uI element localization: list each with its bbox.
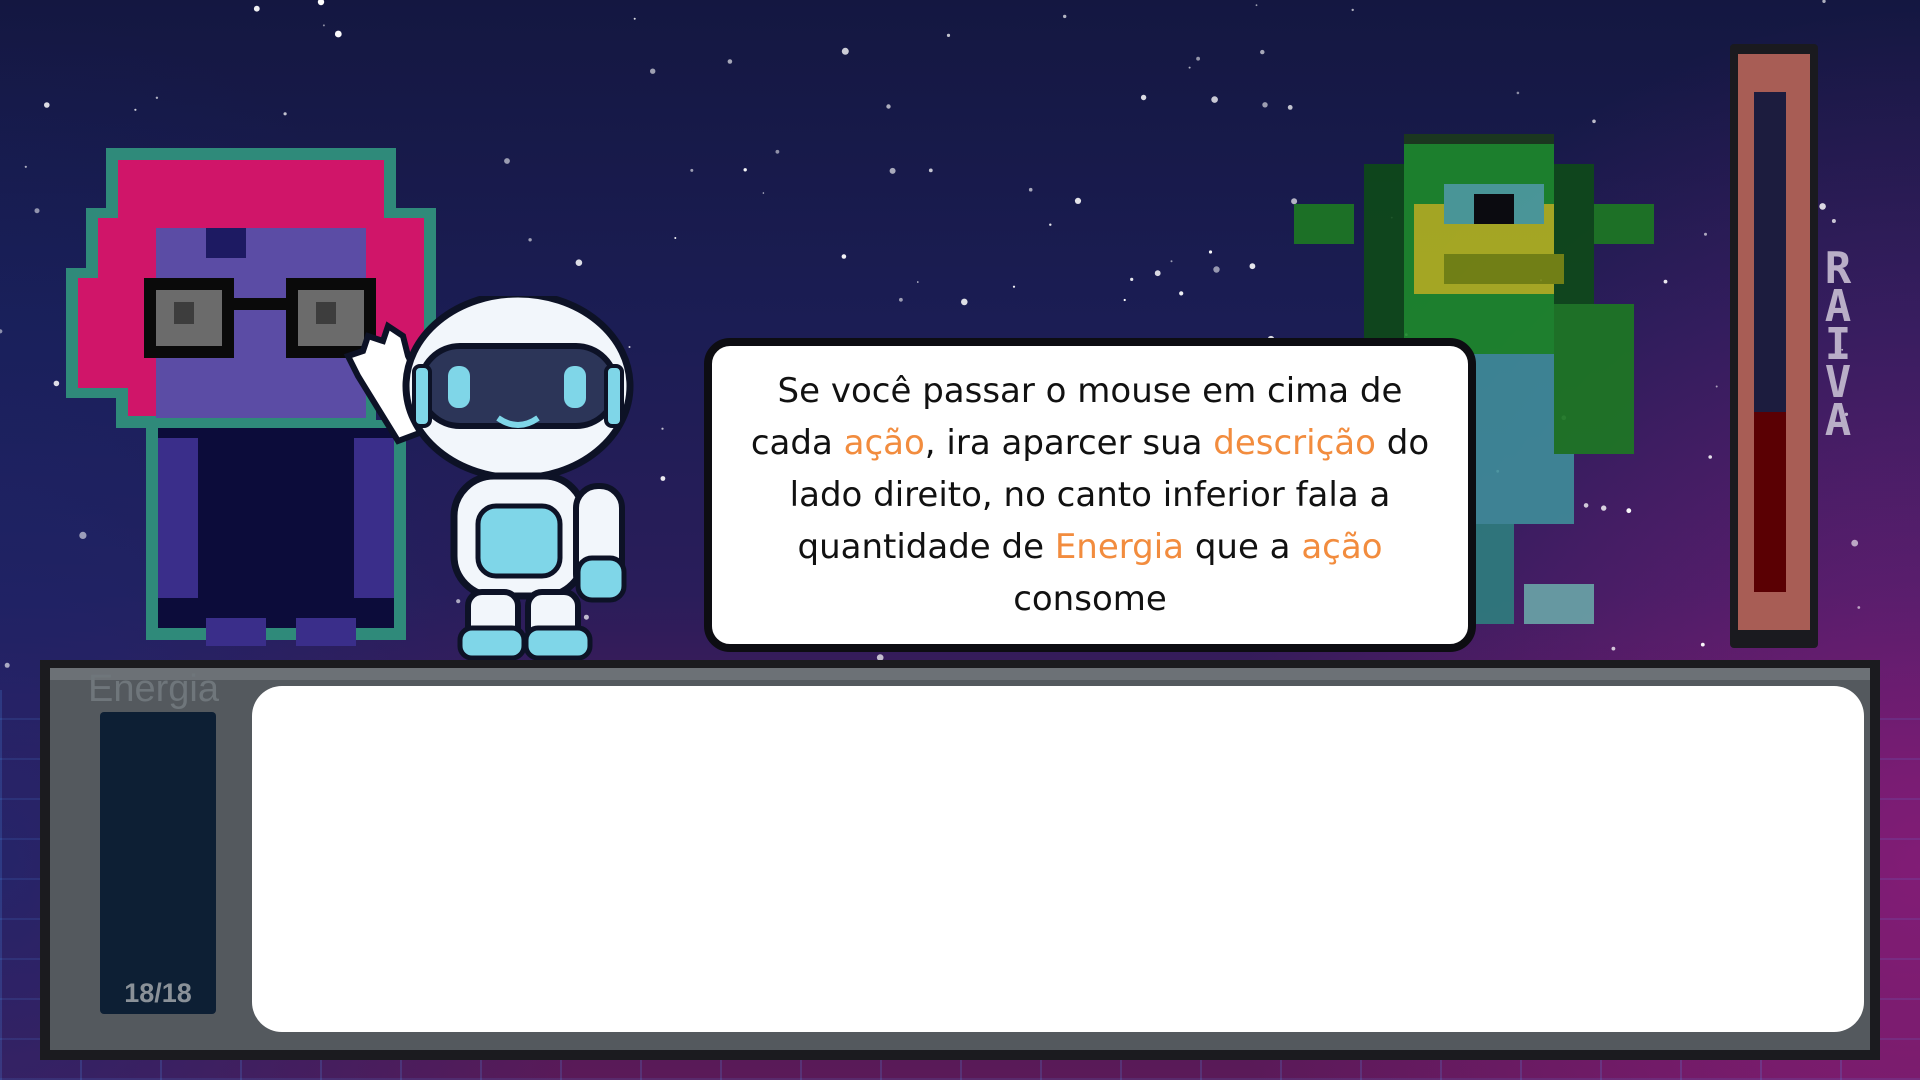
star: [1700, 642, 1705, 647]
star: [1851, 539, 1859, 547]
star: [886, 104, 891, 109]
star: [134, 108, 137, 111]
dialog-text-part: , ira aparcer sua: [924, 423, 1214, 463]
star: [334, 30, 342, 38]
star: [1049, 223, 1052, 226]
star: [762, 192, 765, 194]
star: [317, 0, 325, 6]
energy-label: Energia: [88, 668, 219, 710]
game-scene: Se você passar o mouse em cima de cada a…: [0, 0, 1920, 1080]
star: [946, 33, 951, 38]
star: [1822, 0, 1826, 3]
star: [1213, 266, 1220, 273]
star: [889, 167, 896, 174]
star: [1208, 250, 1213, 254]
dialog-highlight: Energia: [1054, 527, 1185, 567]
star: [1188, 66, 1191, 69]
star: [1516, 91, 1520, 95]
action-panel-edge: [50, 668, 1870, 680]
star: [4, 662, 10, 668]
star: [1012, 285, 1016, 288]
star: [1287, 105, 1293, 110]
star: [1196, 56, 1200, 61]
star: [1170, 260, 1173, 263]
star: [528, 238, 532, 242]
star: [1592, 119, 1596, 124]
star: [633, 17, 636, 20]
star: [1154, 270, 1161, 277]
star: [775, 149, 780, 154]
star: [34, 208, 40, 214]
energy-meter: [100, 712, 216, 1014]
star: [1611, 646, 1616, 651]
star: [690, 168, 694, 172]
rage-meter-fill: [1754, 412, 1786, 592]
star: [743, 168, 747, 172]
star: [1715, 385, 1718, 388]
star: [1255, 4, 1258, 7]
star: [283, 112, 287, 116]
star: [674, 237, 677, 239]
star: [841, 47, 849, 55]
dialog-text-part: que a: [1184, 527, 1302, 567]
star: [575, 259, 583, 267]
rage-meter-track: [1754, 92, 1786, 592]
star: [253, 5, 260, 12]
star: [1831, 219, 1836, 223]
star: [504, 158, 510, 164]
action-list-area[interactable]: [252, 686, 1864, 1032]
tutorial-dialog-text: Se você passar o mouse em cima de cada a…: [734, 365, 1446, 625]
star: [841, 254, 847, 259]
star: [727, 59, 733, 64]
star: [1249, 263, 1256, 270]
star: [650, 68, 656, 74]
star: [1351, 8, 1354, 12]
star: [1708, 455, 1712, 459]
star: [1028, 187, 1033, 192]
star: [961, 298, 968, 306]
star: [899, 297, 903, 302]
rage-label: RAIVA: [1824, 243, 1852, 446]
star: [0, 329, 3, 334]
star: [1063, 14, 1067, 19]
star: [1819, 203, 1826, 210]
dialog-text-part: consome: [1013, 579, 1167, 619]
star: [1179, 291, 1184, 296]
dialog-highlight: descrição: [1213, 423, 1376, 463]
star: [1262, 102, 1268, 108]
star: [44, 102, 50, 108]
robot-guide-sprite: [328, 296, 698, 666]
star: [1074, 197, 1082, 204]
star: [155, 96, 159, 100]
energy-count: 18/18: [124, 978, 192, 1008]
star: [1260, 49, 1265, 55]
star: [928, 168, 933, 173]
star: [1704, 232, 1707, 236]
star: [1123, 298, 1126, 302]
star: [1140, 94, 1147, 101]
star: [1211, 96, 1218, 103]
star: [322, 24, 325, 27]
tutorial-speech-bubble: Se você passar o mouse em cima de cada a…: [704, 338, 1476, 652]
star: [1857, 606, 1861, 609]
star: [1130, 277, 1134, 281]
dialog-highlight: ação: [1301, 527, 1383, 567]
dialog-highlight: ação: [843, 423, 925, 463]
star: [24, 165, 27, 168]
star: [917, 281, 919, 283]
